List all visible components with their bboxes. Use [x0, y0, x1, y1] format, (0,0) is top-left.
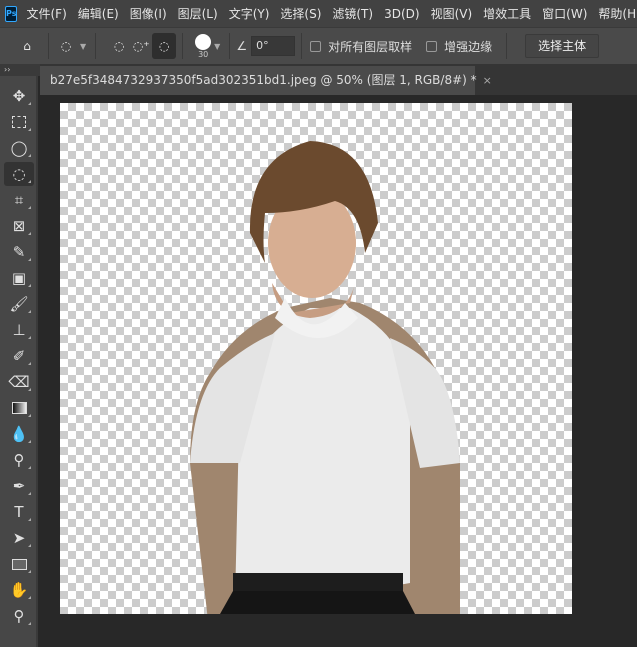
sample-all-layers-checkbox[interactable]: 对所有图层取样 — [310, 38, 412, 55]
menu-view[interactable]: 视图(V) — [431, 5, 473, 22]
spot-healing-tool-icon[interactable]: ▣ — [4, 266, 34, 290]
subtract-from-selection-icon[interactable]: ◌ — [152, 33, 177, 59]
frame-tool-icon[interactable]: ⊠ — [4, 214, 34, 238]
divider — [182, 33, 184, 59]
divider — [48, 33, 49, 59]
quick-selection-tool-icon[interactable]: ◌ — [4, 162, 34, 186]
divider — [506, 33, 508, 59]
add-to-selection-icon[interactable]: ◌⁺ — [130, 35, 152, 57]
hand-tool-icon[interactable]: ✋ — [4, 578, 34, 602]
marquee-tool-icon[interactable] — [4, 110, 34, 134]
zoom-tool-icon[interactable]: ⚲ — [4, 604, 34, 628]
eyedropper-tool-icon[interactable]: ✎ — [4, 240, 34, 264]
menu-help[interactable]: 帮助(H) — [598, 5, 637, 22]
angle-input[interactable]: 0° — [251, 36, 296, 56]
path-selection-tool-icon[interactable]: ➤ — [4, 526, 34, 550]
clone-stamp-tool-icon[interactable]: ⊥ — [4, 318, 34, 342]
menu-select[interactable]: 选择(S) — [280, 5, 321, 22]
crop-tool-icon[interactable]: ⌗ — [4, 188, 34, 212]
blur-tool-icon[interactable]: 💧 — [4, 422, 34, 446]
document-tab[interactable]: b27e5f3484732937350f5ad302351bd1.jpeg @ … — [40, 66, 492, 95]
tool-preset-picker-icon[interactable]: ◌ — [55, 35, 77, 57]
menu-image[interactable]: 图像(I) — [130, 5, 167, 22]
type-tool-icon[interactable]: T — [4, 500, 34, 524]
document-tab-title: b27e5f3484732937350f5ad302351bd1.jpeg @ … — [50, 73, 477, 87]
angle-icon: ∠ — [236, 39, 248, 53]
move-tool-icon[interactable]: ✥ — [4, 84, 34, 108]
toolbox: ✥ ◯ ◌ ⌗ ⊠ ✎ ▣ 🖌 ⊥ ✐ ⌫ 💧 ⚲ ✒ T ➤ ✋ ⚲ — [0, 76, 38, 647]
history-brush-tool-icon[interactable]: ✐ — [4, 344, 34, 368]
menu-layer[interactable]: 图层(L) — [178, 5, 218, 22]
options-bar: ⌂ ◌ ▼ ◌ ◌⁺ ◌ 30 ▼ ∠ 0° 对所有图层取样 增强边缘 选择主体 — [0, 27, 637, 64]
eraser-tool-icon[interactable]: ⌫ — [4, 370, 34, 394]
menu-3d[interactable]: 3D(D) — [384, 7, 419, 21]
checkbox-label: 增强边缘 — [444, 39, 493, 54]
close-icon[interactable]: × — [483, 74, 492, 87]
photoshop-logo: Ps — [5, 5, 18, 22]
menu-plugins[interactable]: 增效工具 — [483, 5, 531, 22]
new-selection-icon[interactable]: ◌ — [108, 35, 130, 57]
checkbox[interactable] — [426, 40, 438, 52]
divider — [95, 33, 97, 59]
brush-tip-icon — [195, 33, 212, 50]
menu-window[interactable]: 窗口(W) — [542, 5, 587, 22]
canvas-area[interactable] — [40, 95, 637, 647]
menu-file[interactable]: 文件(F) — [26, 5, 66, 22]
pen-tool-icon[interactable]: ✒ — [4, 474, 34, 498]
brush-picker[interactable]: 30 — [195, 33, 212, 59]
menu-filter[interactable]: 滤镜(T) — [332, 5, 373, 22]
brush-size: 30 — [198, 49, 209, 59]
dodge-tool-icon[interactable]: ⚲ — [4, 448, 34, 472]
collapse-panel-button[interactable]: ›› — [0, 64, 40, 76]
chevron-down-icon[interactable]: ▼ — [80, 42, 86, 51]
menu-bar: Ps 文件(F) 编辑(E) 图像(I) 图层(L) 文字(Y) 选择(S) 滤… — [0, 0, 637, 27]
menu-edit[interactable]: 编辑(E) — [78, 5, 119, 22]
divider — [229, 33, 231, 59]
document-canvas[interactable] — [60, 103, 572, 614]
menu-type[interactable]: 文字(Y) — [229, 5, 270, 22]
checkbox-label: 对所有图层取样 — [328, 39, 413, 54]
chevron-down-icon[interactable]: ▼ — [214, 42, 220, 51]
gradient-tool-icon[interactable] — [4, 396, 34, 420]
divider — [301, 33, 303, 59]
checkbox[interactable] — [310, 40, 322, 52]
boy-cutout-image — [190, 141, 460, 614]
document-tab-bar: b27e5f3484732937350f5ad302351bd1.jpeg @ … — [40, 64, 637, 95]
enhance-edge-checkbox[interactable]: 增强边缘 — [426, 38, 492, 55]
brush-tool-icon[interactable]: 🖌 — [4, 292, 34, 316]
select-subject-button[interactable]: 选择主体 — [525, 34, 600, 58]
rectangle-tool-icon[interactable] — [4, 552, 34, 576]
lasso-tool-icon[interactable]: ◯ — [4, 136, 34, 160]
home-icon[interactable]: ⌂ — [16, 35, 38, 57]
